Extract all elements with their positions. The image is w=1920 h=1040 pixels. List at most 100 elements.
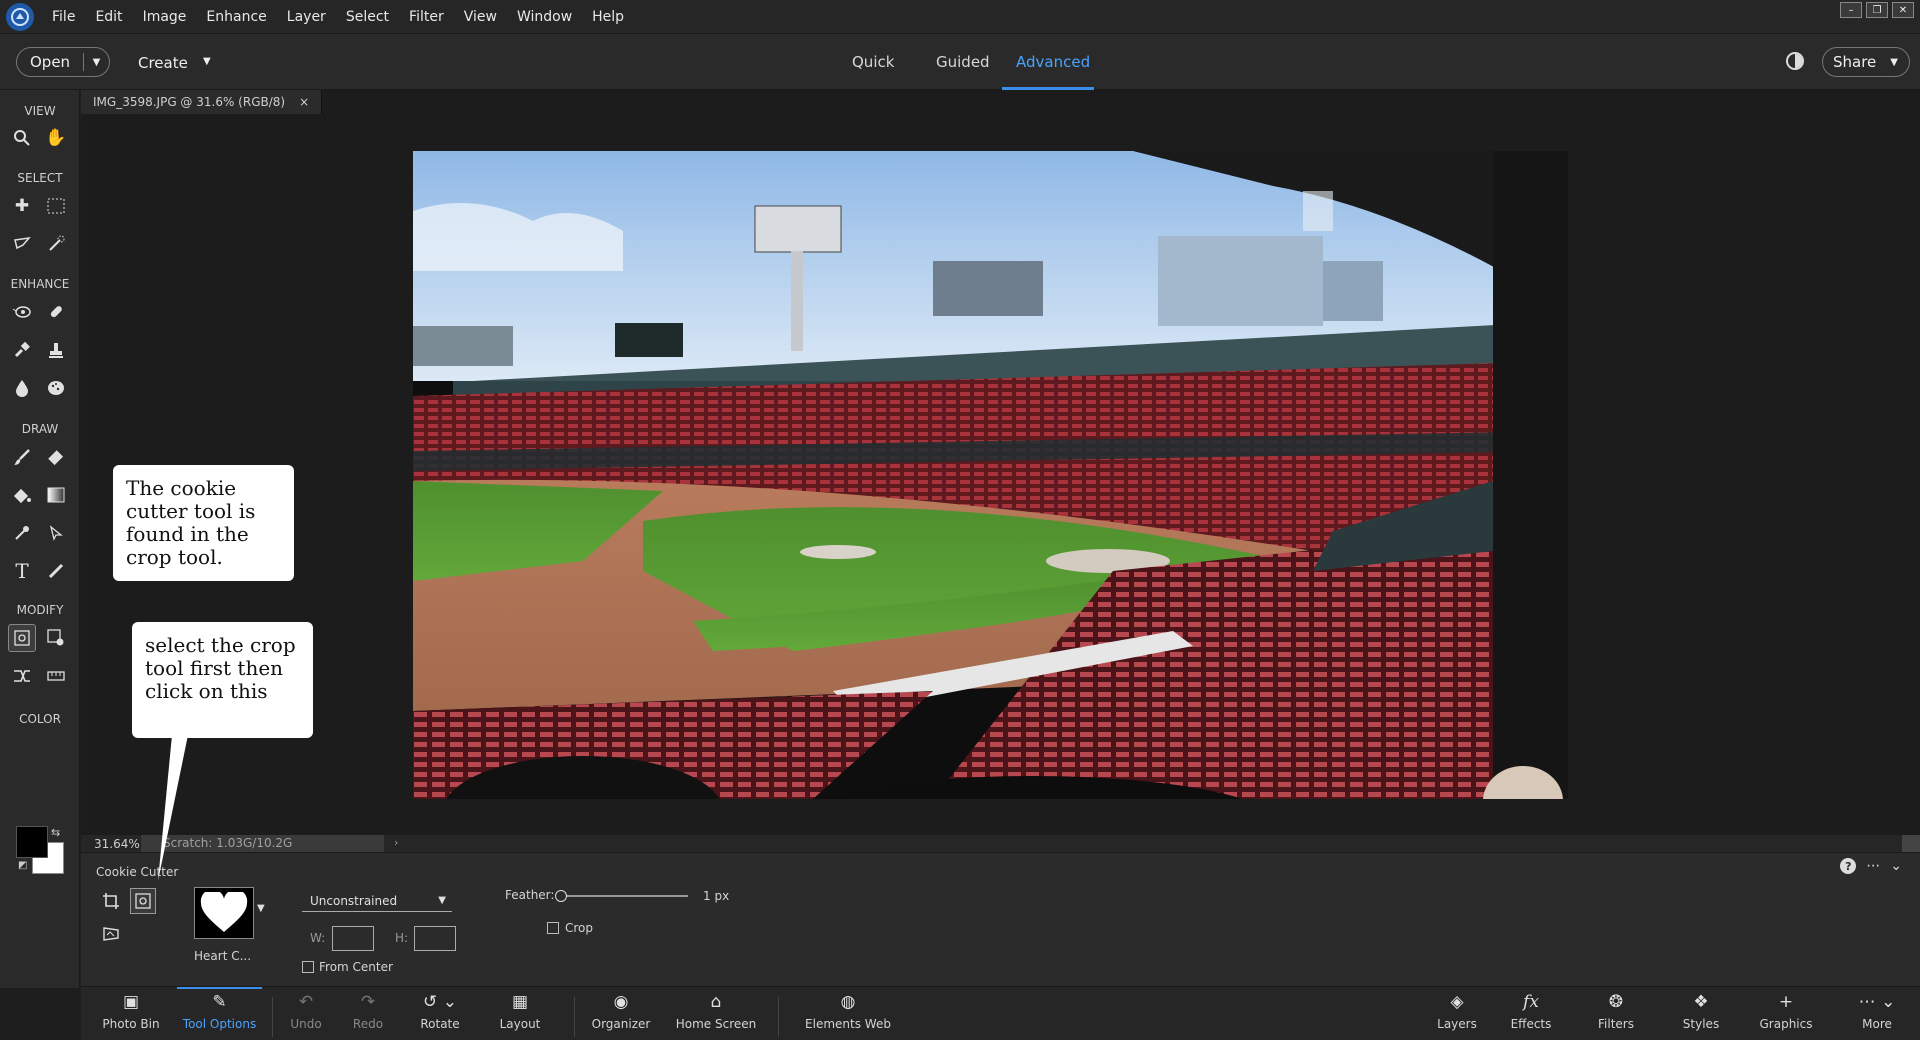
zoom-level[interactable]: 31.64% (94, 837, 140, 851)
close-button[interactable]: ✕ (1892, 2, 1914, 18)
styles-button[interactable]: ❖ Styles (1671, 987, 1731, 1040)
menu-window[interactable]: Window (517, 9, 572, 25)
width-label: W: (310, 931, 326, 945)
menu-layer[interactable]: Layer (287, 9, 326, 25)
content-aware-move-icon[interactable] (8, 662, 36, 690)
photo-bin-button[interactable]: ▣ Photo Bin (91, 987, 171, 1040)
quick-select-icon[interactable] (42, 230, 70, 258)
menu-edit[interactable]: Edit (95, 9, 122, 25)
tool-options-label: Tool Options (182, 1017, 257, 1031)
aspect-ratio-value: Unconstrained (310, 894, 398, 908)
brush-icon[interactable] (8, 443, 36, 471)
organizer-button[interactable]: ◉ Organizer (581, 987, 661, 1040)
create-button[interactable]: Create (138, 54, 188, 72)
home-screen-button[interactable]: ⌂ Home Screen (666, 987, 766, 1040)
theme-contrast-icon[interactable] (1786, 52, 1804, 70)
restore-button[interactable]: ❐ (1866, 2, 1888, 18)
lasso-icon[interactable] (8, 230, 36, 258)
shape-picker-dropdown-icon[interactable]: ▼ (257, 903, 265, 914)
filters-label: Filters (1598, 1017, 1634, 1031)
filters-icon: ❂ (1608, 992, 1624, 1012)
default-colors-icon[interactable]: ◩ (18, 860, 27, 871)
marquee-icon[interactable] (42, 192, 70, 220)
panel-more-icon[interactable]: ⋯ (1866, 858, 1880, 874)
from-center-checkbox[interactable] (302, 961, 314, 973)
canvas-scrollbar[interactable] (1902, 835, 1920, 852)
help-icon[interactable]: ? (1840, 858, 1857, 874)
foreground-color-swatch[interactable] (16, 826, 48, 858)
zoom-icon[interactable] (8, 124, 36, 152)
menu-filter[interactable]: Filter (409, 9, 444, 25)
open-button[interactable]: Open ▼ (16, 47, 110, 77)
elements-web-button[interactable]: ◍ Elements Web (793, 987, 903, 1040)
aspect-ratio-select[interactable]: Unconstrained ▼ (302, 890, 452, 912)
status-menu-arrow-icon[interactable]: › (394, 836, 398, 849)
tools-panel: VIEW ✋ SELECT ✚ ENHANCE DRAW T MODIFY CO… (0, 90, 80, 988)
eraser-icon[interactable] (42, 443, 70, 471)
redo-button[interactable]: ↷ Redo (343, 987, 393, 1040)
swap-colors-icon[interactable]: ⇆ (51, 826, 60, 839)
perspective-crop-icon[interactable] (98, 921, 124, 947)
create-dropdown-icon[interactable]: ▼ (203, 56, 211, 67)
document-tab[interactable]: IMG_3598.JPG @ 31.6% (RGB/8) × (81, 90, 323, 114)
sponge-icon[interactable] (42, 374, 70, 402)
elements-web-label: Elements Web (805, 1017, 891, 1031)
spot-healing-icon[interactable] (42, 298, 70, 326)
collapse-panel-icon[interactable]: ⌄ (1890, 858, 1902, 874)
feather-slider-handle[interactable] (555, 890, 567, 902)
width-input[interactable] (332, 926, 374, 951)
filters-button[interactable]: ❂ Filters (1581, 987, 1651, 1040)
shape-picker[interactable] (194, 887, 254, 939)
menu-help[interactable]: Help (592, 9, 624, 25)
gradient-icon[interactable] (42, 481, 70, 509)
smart-brush-icon[interactable] (8, 336, 36, 364)
menu-view[interactable]: View (464, 9, 497, 25)
open-label: Open (30, 53, 71, 71)
tool-options-button[interactable]: ✎ Tool Options (177, 987, 262, 1040)
more-button[interactable]: ⋯ ⌄ More (1847, 987, 1907, 1040)
ballpark-photo[interactable] (413, 151, 1568, 799)
menu-select[interactable]: Select (346, 9, 389, 25)
document-tab-label: IMG_3598.JPG @ 31.6% (RGB/8) (93, 95, 286, 109)
crop-checkbox[interactable] (547, 922, 559, 934)
height-input[interactable] (414, 926, 456, 951)
menu-image[interactable]: Image (143, 9, 187, 25)
straighten-icon[interactable] (42, 662, 70, 690)
rotate-button[interactable]: ↺ ⌄ Rotate (405, 987, 475, 1040)
layout-button[interactable]: ▦ Layout (490, 987, 550, 1040)
tool-options-icon: ✎ (212, 992, 227, 1012)
globe-icon: ◍ (840, 992, 856, 1012)
layers-icon: ◈ (1450, 992, 1464, 1012)
hand-icon[interactable]: ✋ (42, 124, 70, 152)
layers-button[interactable]: ◈ Layers (1427, 987, 1487, 1040)
menu-file[interactable]: File (52, 9, 75, 25)
minimize-button[interactable]: – (1840, 2, 1862, 18)
mode-guided[interactable]: Guided (936, 53, 990, 71)
custom-shape-icon[interactable] (42, 519, 70, 547)
photo-bin-label: Photo Bin (102, 1017, 160, 1031)
move-icon[interactable]: ✚ (8, 192, 36, 220)
open-dropdown-icon[interactable]: ▼ (84, 57, 109, 68)
undo-button[interactable]: ↶ Undo (281, 987, 331, 1040)
menu-enhance[interactable]: Enhance (206, 9, 266, 25)
crop-tool-icon[interactable] (98, 888, 124, 914)
close-document-icon[interactable]: × (299, 95, 309, 109)
graphics-button[interactable]: + Graphics (1751, 987, 1821, 1040)
paint-bucket-icon[interactable] (8, 481, 36, 509)
share-button[interactable]: Share ▼ (1822, 47, 1910, 77)
red-eye-icon[interactable] (8, 298, 36, 326)
pencil-icon[interactable] (42, 557, 70, 585)
mode-quick[interactable]: Quick (852, 53, 894, 71)
layout-label: Layout (499, 1017, 541, 1031)
feather-slider[interactable] (558, 895, 688, 897)
blur-icon[interactable] (8, 374, 36, 402)
effects-button[interactable]: fx Effects (1501, 987, 1561, 1040)
mode-advanced[interactable]: Advanced (1016, 53, 1090, 71)
recompose-icon[interactable] (42, 624, 70, 652)
cookie-cutter-option-icon[interactable] (130, 888, 156, 914)
clone-stamp-icon[interactable] (42, 336, 70, 364)
photo-bin-icon: ▣ (122, 992, 140, 1012)
type-icon[interactable]: T (8, 557, 36, 585)
cookie-cutter-tool-icon[interactable] (8, 624, 36, 652)
eyedropper-icon[interactable] (8, 519, 36, 547)
